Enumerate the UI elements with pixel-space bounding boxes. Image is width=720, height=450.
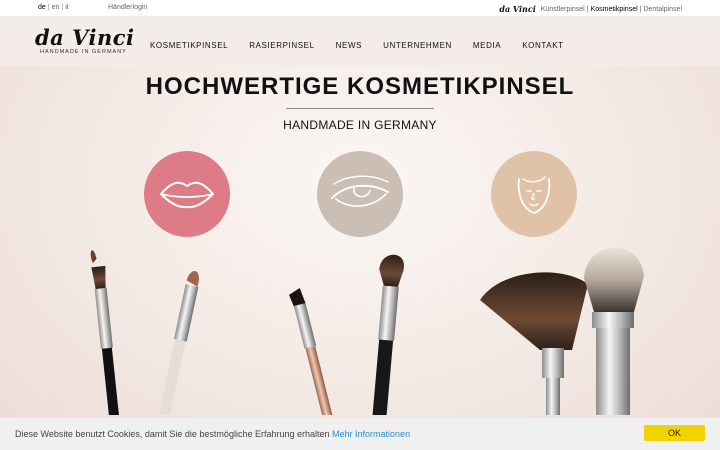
- language-switcher: de | en | it: [38, 4, 69, 11]
- logo-script: da Vinci: [35, 25, 135, 50]
- face-icon: [517, 176, 551, 214]
- mini-logo[interactable]: da Vinci: [499, 4, 535, 14]
- category-eyes-button[interactable]: [317, 151, 403, 237]
- cookie-text: Diese Website benutzt Cookies, damit Sie…: [15, 429, 330, 439]
- cookie-more-info-link[interactable]: Mehr Informationen: [332, 429, 410, 439]
- nav-media[interactable]: MEDIA: [473, 41, 501, 50]
- separator: |: [639, 5, 642, 13]
- eye-icon: [331, 175, 389, 207]
- brand-links: da Vinci Künstlerpinsel | Kosmetikpinsel…: [499, 4, 682, 14]
- hero-title: HOCHWERTIGE KOSMETIKPINSEL: [145, 73, 575, 100]
- title-divider: [286, 108, 434, 109]
- logo-tagline: HANDMADE IN GERMANY: [40, 49, 127, 55]
- top-bar: de | en | it Händlerlogin da Vinci Künst…: [0, 0, 720, 16]
- brand-link-kuenstlerpinsel[interactable]: Künstlerpinsel: [541, 6, 585, 13]
- brand-link-kosmetikpinsel[interactable]: Kosmetikpinsel: [591, 6, 638, 13]
- language-de[interactable]: de: [38, 4, 46, 11]
- main-header: da Vinci HANDMADE IN GERMANY KOSMETIKPIN…: [0, 16, 720, 66]
- nav-rasierpinsel[interactable]: RASIERPINSEL: [249, 41, 314, 50]
- separator: |: [61, 4, 64, 11]
- main-nav: KOSMETIKPINSEL RASIERPINSEL NEWS UNTERNE…: [150, 41, 585, 50]
- nav-news[interactable]: NEWS: [336, 41, 362, 50]
- dealer-login-link[interactable]: Händlerlogin: [108, 4, 147, 11]
- cookie-ok-button[interactable]: OK: [644, 425, 705, 441]
- cookie-message: Diese Website benutzt Cookies, damit Sie…: [15, 429, 410, 439]
- nav-kontakt[interactable]: KONTAKT: [522, 41, 563, 50]
- brand-link-dentalpinsel[interactable]: Dentalpinsel: [643, 6, 682, 13]
- language-en[interactable]: en: [52, 4, 60, 11]
- nav-unternehmen[interactable]: UNTERNEHMEN: [383, 41, 452, 50]
- language-it[interactable]: it: [65, 4, 69, 11]
- cookie-banner: Diese Website benutzt Cookies, damit Sie…: [0, 418, 720, 450]
- category-face-button[interactable]: [491, 151, 577, 237]
- hero-subtitle: HANDMADE IN GERMANY: [283, 118, 437, 132]
- lips-icon: [160, 181, 214, 209]
- category-lips-button[interactable]: [144, 151, 230, 237]
- logo[interactable]: da Vinci HANDMADE IN GERMANY: [35, 25, 135, 58]
- separator: |: [586, 5, 589, 13]
- nav-kosmetikpinsel[interactable]: KOSMETIKPINSEL: [150, 41, 228, 50]
- brushes-image: [90, 247, 644, 415]
- separator: |: [47, 4, 50, 11]
